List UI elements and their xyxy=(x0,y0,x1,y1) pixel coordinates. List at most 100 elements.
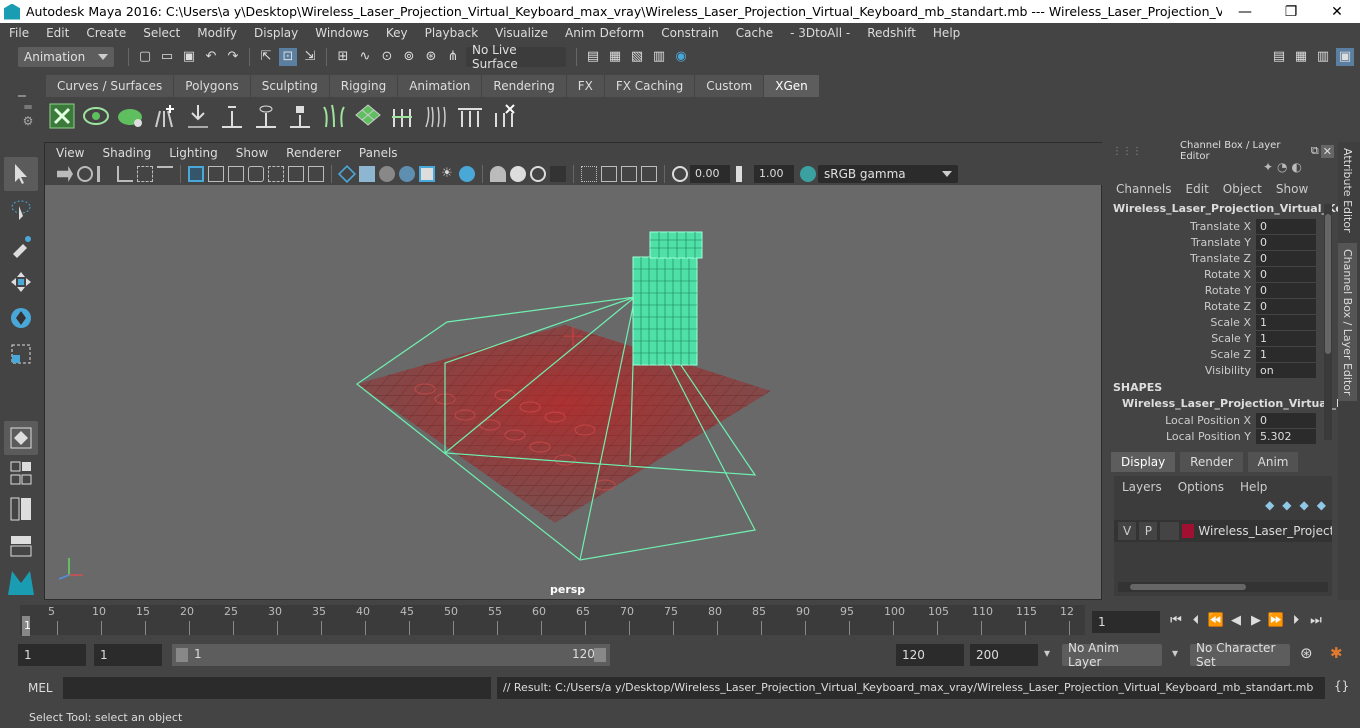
attr-value[interactable]: 0 xyxy=(1256,298,1316,314)
exposure-icon[interactable] xyxy=(672,166,688,182)
attribute-editor-toggle-icon[interactable]: ▥ xyxy=(1314,48,1332,66)
menu-constrain[interactable]: Constrain xyxy=(652,26,727,40)
channelbox-menu-channels[interactable]: Channels xyxy=(1116,182,1172,196)
go-to-end-icon[interactable]: ⏭ xyxy=(1306,611,1326,631)
shape-name[interactable]: Wireless_Laser_Projection_Virtual_K... xyxy=(1106,396,1357,412)
attr-label[interactable]: Visibility xyxy=(1106,364,1256,377)
menu-select[interactable]: Select xyxy=(134,26,188,40)
channelbox-toggle-icon[interactable]: ▣ xyxy=(1336,47,1354,66)
manipulator-icon[interactable]: ✦ xyxy=(1263,160,1273,180)
shelf-tab-fx[interactable]: FX xyxy=(566,75,604,97)
range-bar[interactable]: 1 120 xyxy=(172,644,610,666)
anti-alias-icon[interactable] xyxy=(530,166,546,182)
new-scene-icon[interactable]: ▢ xyxy=(136,48,154,66)
attr-label[interactable]: Translate Y xyxy=(1106,236,1256,249)
grease-pencil-icon[interactable] xyxy=(157,166,173,182)
workspace-icon[interactable]: ▤ xyxy=(1270,48,1288,66)
xgen-editor-icon[interactable] xyxy=(48,101,76,131)
menu-redshift[interactable]: Redshift xyxy=(858,26,924,40)
menu-key[interactable]: Key xyxy=(377,26,416,40)
textured-icon[interactable] xyxy=(399,166,415,182)
shelf-tab-custom[interactable]: Custom xyxy=(695,75,764,97)
color-space-dropdown[interactable]: sRGB gamma xyxy=(818,165,958,183)
shelf-tab-polygons[interactable]: Polygons xyxy=(174,75,250,97)
shelf-tab-sculpting[interactable]: Sculpting xyxy=(250,75,329,97)
attr-value[interactable]: 0 xyxy=(1256,218,1316,234)
layer-visibility-toggle[interactable]: V xyxy=(1118,522,1137,540)
select-hierarchy-icon[interactable]: ⇱ xyxy=(257,48,275,66)
paint-select-tool-icon[interactable] xyxy=(4,229,38,263)
menu-file[interactable]: File xyxy=(0,26,37,40)
film-gate-icon[interactable] xyxy=(208,166,224,182)
shelf-tab-animation[interactable]: Animation xyxy=(398,75,482,97)
use-all-lights-icon[interactable] xyxy=(419,166,435,182)
undo-icon[interactable]: ↶ xyxy=(202,48,220,66)
xgen-add-guide-icon[interactable] xyxy=(150,101,178,131)
xgen-guide-tool-icon[interactable] xyxy=(218,101,246,131)
camera-select-icon[interactable] xyxy=(57,166,73,182)
current-frame-field[interactable]: 1 xyxy=(1092,611,1160,633)
shelf-tab-rigging[interactable]: Rigging xyxy=(329,75,398,97)
attr-value[interactable]: 1 xyxy=(1256,346,1316,362)
lights-icon[interactable]: ☀ xyxy=(439,166,455,182)
menu-visualize[interactable]: Visualize xyxy=(486,26,556,40)
viewport-menu-show[interactable]: Show xyxy=(227,146,277,160)
time-slider-bar[interactable]: 5 10 15 20 25 30 35 40 45 50 55 60 65 70 75 80 85 90 95 100… xyxy=(20,605,1085,635)
xgen-grass-icon[interactable] xyxy=(116,101,144,131)
command-input[interactable] xyxy=(63,677,491,699)
smooth-shade-icon[interactable] xyxy=(359,166,375,182)
menu-display[interactable]: Display xyxy=(245,26,306,40)
exposure-field[interactable]: 0.00 xyxy=(690,165,730,183)
tab-attribute-editor[interactable]: Attribute Editor xyxy=(1338,142,1357,239)
attr-label[interactable]: Translate X xyxy=(1106,220,1256,233)
step-forward-key-icon[interactable]: ⏩ xyxy=(1266,611,1286,631)
menu-modify[interactable]: Modify xyxy=(188,26,245,40)
scene-start-field[interactable]: 1 xyxy=(18,644,86,666)
xgen-hair-icon[interactable] xyxy=(320,101,348,131)
attr-label[interactable]: Local Position Y xyxy=(1106,430,1256,443)
object-name[interactable]: Wireless_Laser_Projection_Virtual_Key... xyxy=(1106,198,1360,218)
open-scene-icon[interactable]: ▭ xyxy=(158,48,176,66)
camera-attributes-icon[interactable] xyxy=(77,166,93,182)
xgen-grab-icon[interactable] xyxy=(388,101,416,131)
render-settings-icon[interactable]: ▤ xyxy=(584,48,602,66)
close-button[interactable]: ✕ xyxy=(1314,4,1360,20)
new-layer-selected-icon[interactable]: ◆ xyxy=(1317,498,1326,516)
safe-title-icon[interactable] xyxy=(308,166,324,182)
script-editor-icon[interactable]: {} xyxy=(1334,679,1349,693)
step-back-icon[interactable]: ⏴ xyxy=(1186,611,1206,631)
anim-prefs-icon[interactable]: ✱ xyxy=(1330,644,1343,662)
shadows-icon[interactable] xyxy=(459,166,475,182)
attr-label[interactable]: Rotate X xyxy=(1106,268,1256,281)
step-forward-icon[interactable]: ⏵ xyxy=(1286,611,1306,631)
attr-value[interactable]: 0 xyxy=(1256,412,1316,428)
attr-value[interactable]: 1 xyxy=(1256,330,1316,346)
image-plane-icon[interactable] xyxy=(117,166,133,182)
attr-label[interactable]: Rotate Y xyxy=(1106,284,1256,297)
current-time-marker[interactable]: 1 xyxy=(22,616,31,636)
xray-active-icon[interactable] xyxy=(621,166,637,182)
menu-windows[interactable]: Windows xyxy=(306,26,377,40)
xgen-sculpt-guide-icon[interactable] xyxy=(184,101,212,131)
menu-create[interactable]: Create xyxy=(77,26,134,40)
layer-playback-toggle[interactable]: P xyxy=(1139,522,1158,540)
2d-pan-icon[interactable] xyxy=(137,166,153,182)
lasso-tool-icon[interactable] xyxy=(4,193,38,227)
screen-space-ao-icon[interactable] xyxy=(490,166,506,182)
character-set-dropdown[interactable]: No Character Set xyxy=(1190,641,1290,669)
menu-cache[interactable]: Cache xyxy=(727,26,781,40)
snap-view-icon[interactable]: ⊚ xyxy=(400,48,418,66)
viewport-menu-view[interactable]: View xyxy=(47,146,93,160)
scene-end-field[interactable]: 200 xyxy=(970,644,1038,666)
gate-mask-icon[interactable] xyxy=(248,166,264,182)
float-panel-icon[interactable]: ⧉ xyxy=(1311,144,1319,158)
viewport-canvas[interactable]: persp xyxy=(45,185,1101,599)
layer-tab-anim[interactable]: Anim xyxy=(1247,452,1299,472)
xray-joints-icon[interactable] xyxy=(641,166,657,182)
wireframe-icon[interactable] xyxy=(337,164,357,184)
scrollbar-thumb[interactable] xyxy=(1130,584,1246,590)
menu-edit[interactable]: Edit xyxy=(37,26,77,40)
attr-value[interactable]: 0 xyxy=(1256,282,1316,298)
field-chart-icon[interactable] xyxy=(268,166,284,182)
layer-menu-layers[interactable]: Layers xyxy=(1122,480,1162,494)
